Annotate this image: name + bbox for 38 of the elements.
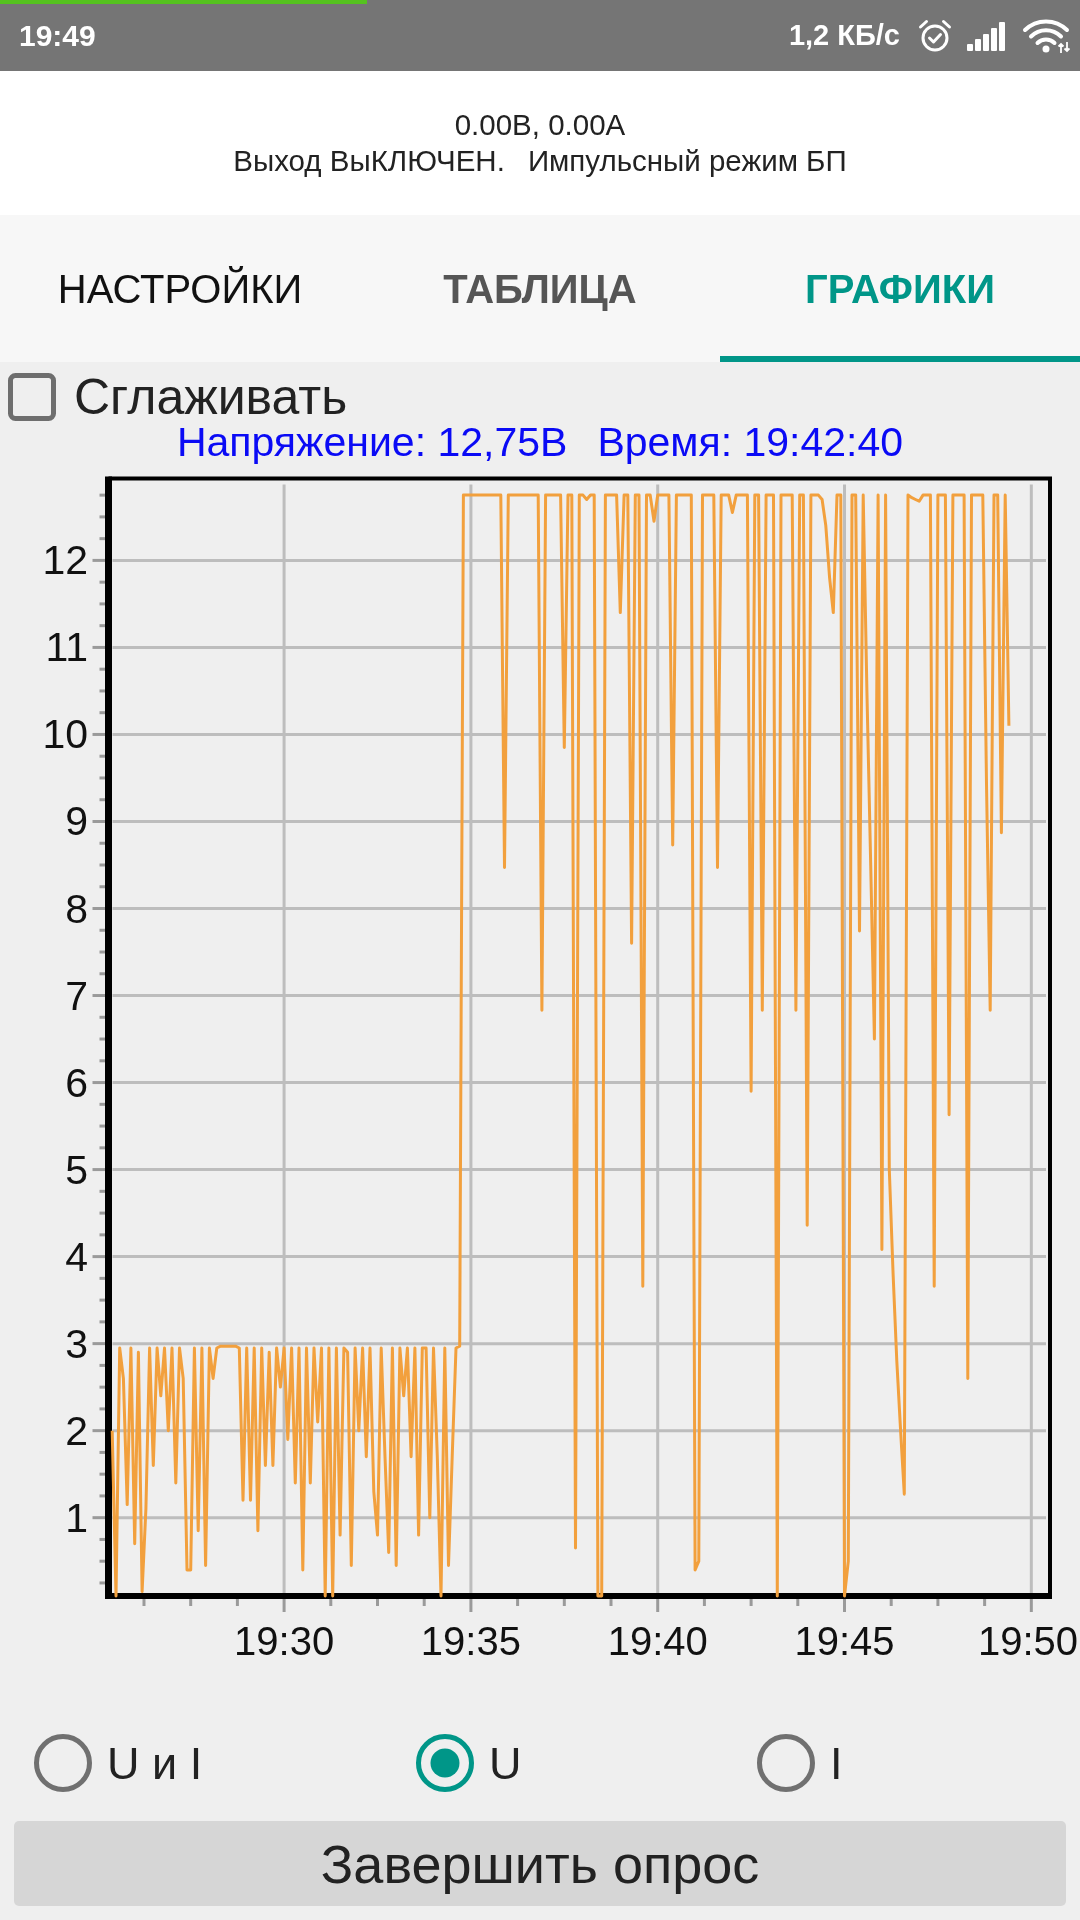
y-tick-label: 11	[45, 624, 88, 671]
y-tick-label: 4	[65, 1233, 88, 1280]
finish-poll-button[interactable]: Завершить опрос	[14, 1821, 1066, 1906]
mode-text: Импульсный режим БП	[527, 143, 847, 179]
wifi-icon	[1022, 17, 1070, 54]
radio-icon[interactable]	[756, 1733, 816, 1793]
y-tick-label: 9	[65, 798, 88, 845]
checkbox-icon[interactable]	[8, 373, 56, 421]
signal-icon	[966, 20, 1008, 51]
radio-option[interactable]: U и I	[33, 1733, 203, 1793]
output-status-text: Выход ВыКЛЮЧЕН.	[233, 143, 505, 179]
y-tick-label: 10	[42, 711, 88, 758]
time-readout: Время: 19:42:40	[597, 422, 904, 462]
y-tick-label: 8	[65, 885, 88, 932]
x-tick-label: 19:40	[607, 1619, 708, 1663]
y-tick-label: 5	[65, 1146, 88, 1193]
y-tick-label: 3	[65, 1320, 88, 1367]
radio-option[interactable]: U	[415, 1733, 522, 1793]
y-tick-label: 7	[65, 972, 88, 1019]
y-tick-label: 2	[65, 1407, 88, 1454]
smoothing-checkbox[interactable]: Сглаживать	[8, 372, 348, 422]
y-tick-label: 6	[65, 1059, 88, 1106]
alarm-clock-icon	[918, 18, 952, 53]
tab[interactable]: ТАБЛИЦА	[360, 215, 720, 362]
radio-option[interactable]: I	[756, 1733, 843, 1793]
network-speed: 1,2 КБ/с	[788, 21, 900, 50]
radio-icon[interactable]	[33, 1733, 93, 1793]
y-tick-label: 12	[42, 537, 88, 584]
x-tick-label: 19:30	[234, 1619, 335, 1663]
readings-text: 0.00В, 0.00А	[454, 107, 626, 143]
radio-icon[interactable]	[415, 1733, 475, 1793]
clock-time: 19:49	[19, 20, 96, 51]
x-tick-label: 19:50	[977, 1619, 1078, 1663]
tab[interactable]: НАСТРОЙКИ	[0, 215, 360, 362]
x-tick-label: 19:45	[794, 1619, 895, 1663]
y-tick-label: 1	[65, 1494, 88, 1541]
x-tick-label: 19:35	[420, 1619, 521, 1663]
voltage-readout: Напряжение: 12,75В	[176, 422, 568, 462]
